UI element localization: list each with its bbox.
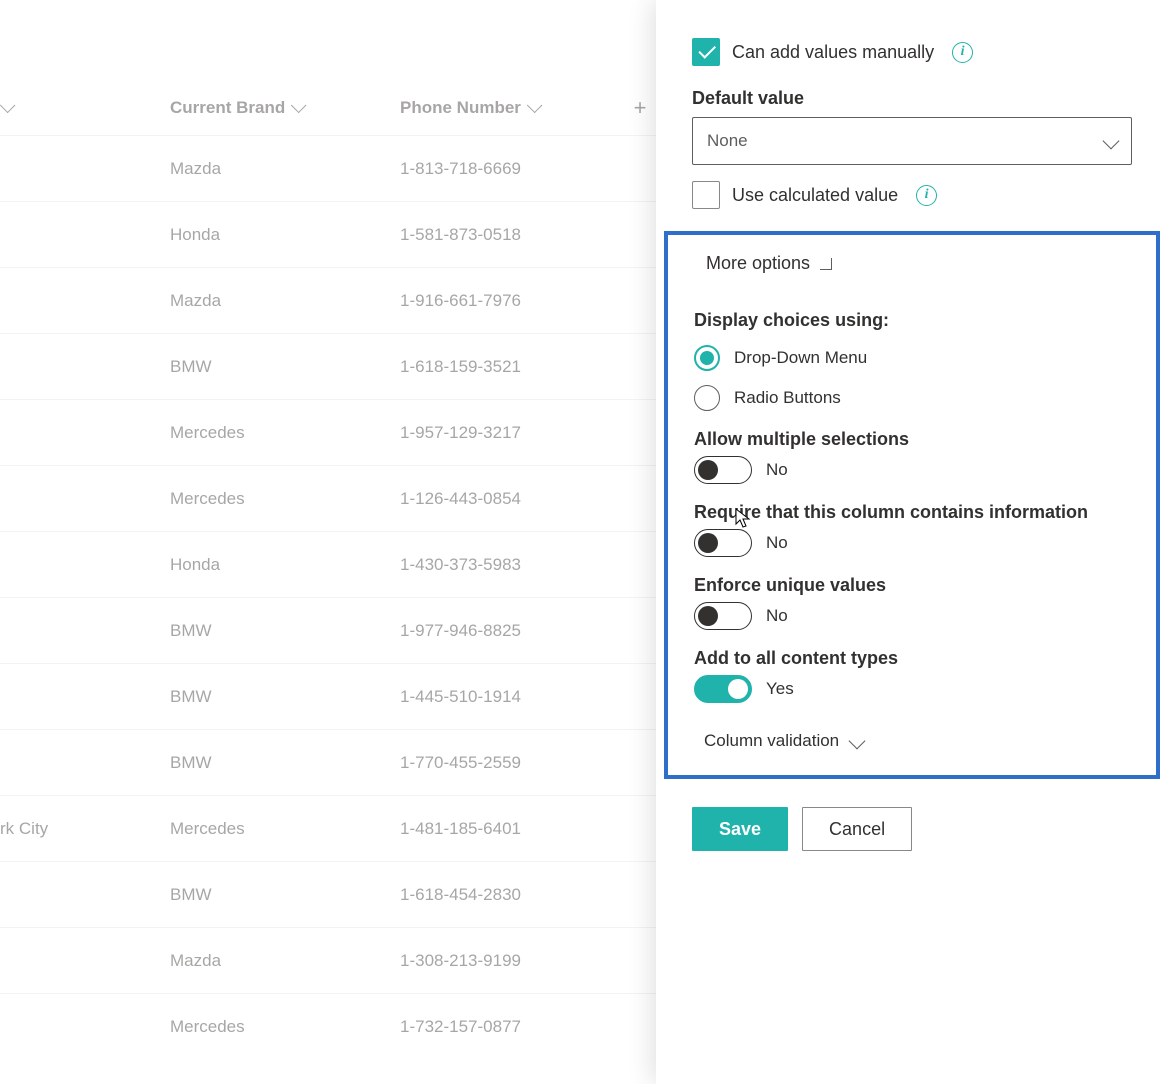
info-icon[interactable] [916, 185, 937, 206]
default-value-select[interactable]: None [692, 117, 1132, 165]
plus-icon: + [634, 95, 647, 120]
cell-phone: 1-770-455-2559 [400, 753, 620, 773]
toggle-value: No [766, 533, 788, 553]
cell-phone: 1-977-946-8825 [400, 621, 620, 641]
table-row[interactable]: Honda1-430-373-5983 [0, 531, 660, 597]
can-add-manually-row: Can add values manually [692, 38, 1132, 66]
display-dropdown-radio[interactable]: Drop-Down Menu [694, 345, 1130, 371]
more-options-toggle[interactable]: More options [706, 253, 832, 274]
table-row[interactable]: BMW1-618-454-2830 [0, 861, 660, 927]
cell-brand: Mercedes [170, 423, 400, 443]
add-column-button[interactable]: + [620, 95, 660, 121]
panel-footer: Save Cancel [692, 807, 1132, 851]
cell-phone: 1-126-443-0854 [400, 489, 620, 509]
radio-label: Radio Buttons [734, 388, 841, 408]
column-header-city[interactable] [0, 98, 170, 118]
table-body: Mazda1-813-718-6669Honda1-581-873-0518Ma… [0, 135, 660, 1059]
can-add-manually-label: Can add values manually [732, 42, 934, 63]
display-radiobuttons-radio[interactable]: Radio Buttons [694, 385, 1130, 411]
enforce-unique-label: Enforce unique values [694, 575, 1130, 596]
add-all-types-toggle[interactable] [694, 675, 752, 703]
chevron-down-icon [1103, 133, 1120, 150]
cell-phone: 1-445-510-1914 [400, 687, 620, 707]
cell-brand: Mazda [170, 951, 400, 971]
more-options-highlight: More options Display choices using: Drop… [664, 231, 1160, 779]
radio-label: Drop-Down Menu [734, 348, 867, 368]
table-row[interactable]: Mazda1-308-213-9199 [0, 927, 660, 993]
toggle-value: Yes [766, 679, 794, 699]
require-info-toggle[interactable] [694, 529, 752, 557]
cell-phone: 1-581-873-0518 [400, 225, 620, 245]
table-row[interactable]: Mercedes1-732-157-0877 [0, 993, 660, 1059]
add-all-types-label: Add to all content types [694, 648, 1130, 669]
toggle-value: No [766, 606, 788, 626]
cell-phone: 1-481-185-6401 [400, 819, 620, 839]
radio-icon [694, 385, 720, 411]
cell-phone: 1-732-157-0877 [400, 1017, 620, 1037]
require-info-label: Require that this column contains inform… [694, 502, 1130, 523]
cell-phone: 1-957-129-3217 [400, 423, 620, 443]
cell-phone: 1-813-718-6669 [400, 159, 620, 179]
default-value-section: Default value None [692, 88, 1132, 165]
cell-city: rk City [0, 819, 170, 839]
cell-brand: BMW [170, 885, 400, 905]
display-choices-label: Display choices using: [694, 310, 1130, 331]
cancel-button[interactable]: Cancel [802, 807, 912, 851]
column-validation-toggle[interactable]: Column validation [704, 731, 1130, 751]
table-row[interactable]: Honda1-581-873-0518 [0, 201, 660, 267]
allow-multiple-toggle[interactable] [694, 456, 752, 484]
cell-brand: Mercedes [170, 489, 400, 509]
column-header-label: Current Brand [170, 98, 285, 118]
table-row[interactable]: Mercedes1-126-443-0854 [0, 465, 660, 531]
default-value-selected: None [707, 131, 748, 151]
cell-brand: BMW [170, 621, 400, 641]
enforce-unique-toggle[interactable] [694, 602, 752, 630]
use-calculated-checkbox[interactable] [692, 181, 720, 209]
table-row[interactable]: BMW1-445-510-1914 [0, 663, 660, 729]
use-calculated-row: Use calculated value [692, 181, 1132, 209]
info-icon[interactable] [952, 42, 973, 63]
column-header-current-brand[interactable]: Current Brand [170, 98, 400, 118]
cell-phone: 1-916-661-7976 [400, 291, 620, 311]
save-button[interactable]: Save [692, 807, 788, 851]
chevron-down-icon [849, 733, 866, 750]
cell-brand: Honda [170, 225, 400, 245]
cell-brand: Mercedes [170, 819, 400, 839]
column-validation-label: Column validation [704, 731, 839, 751]
list-view: Current Brand Phone Number + Mazda1-813-… [0, 0, 660, 1084]
chevron-down-icon [0, 98, 11, 118]
radio-icon [694, 345, 720, 371]
column-settings-panel: Can add values manually Default value No… [656, 0, 1172, 1084]
chevron-down-icon [291, 98, 302, 118]
cell-phone: 1-618-454-2830 [400, 885, 620, 905]
cell-phone: 1-618-159-3521 [400, 357, 620, 377]
cell-phone: 1-430-373-5983 [400, 555, 620, 575]
cell-brand: Honda [170, 555, 400, 575]
cell-brand: BMW [170, 357, 400, 377]
table-row[interactable]: rk CityMercedes1-481-185-6401 [0, 795, 660, 861]
cell-phone: 1-308-213-9199 [400, 951, 620, 971]
toggle-value: No [766, 460, 788, 480]
cell-brand: Mercedes [170, 1017, 400, 1037]
default-value-label: Default value [692, 88, 1132, 109]
chevron-down-icon [820, 258, 832, 270]
cell-brand: Mazda [170, 159, 400, 179]
cell-brand: BMW [170, 687, 400, 707]
table-row[interactable]: BMW1-770-455-2559 [0, 729, 660, 795]
allow-multiple-label: Allow multiple selections [694, 429, 1130, 450]
use-calculated-label: Use calculated value [732, 185, 898, 206]
column-headers: Current Brand Phone Number + [0, 80, 660, 135]
table-row[interactable]: Mazda1-813-718-6669 [0, 135, 660, 201]
table-row[interactable]: Mercedes1-957-129-3217 [0, 399, 660, 465]
can-add-manually-checkbox[interactable] [692, 38, 720, 66]
column-header-phone[interactable]: Phone Number [400, 98, 620, 118]
column-header-label: Phone Number [400, 98, 521, 118]
table-row[interactable]: BMW1-977-946-8825 [0, 597, 660, 663]
more-options-label: More options [706, 253, 810, 274]
cell-brand: BMW [170, 753, 400, 773]
cell-brand: Mazda [170, 291, 400, 311]
table-row[interactable]: Mazda1-916-661-7976 [0, 267, 660, 333]
table-row[interactable]: BMW1-618-159-3521 [0, 333, 660, 399]
chevron-down-icon [527, 98, 538, 118]
